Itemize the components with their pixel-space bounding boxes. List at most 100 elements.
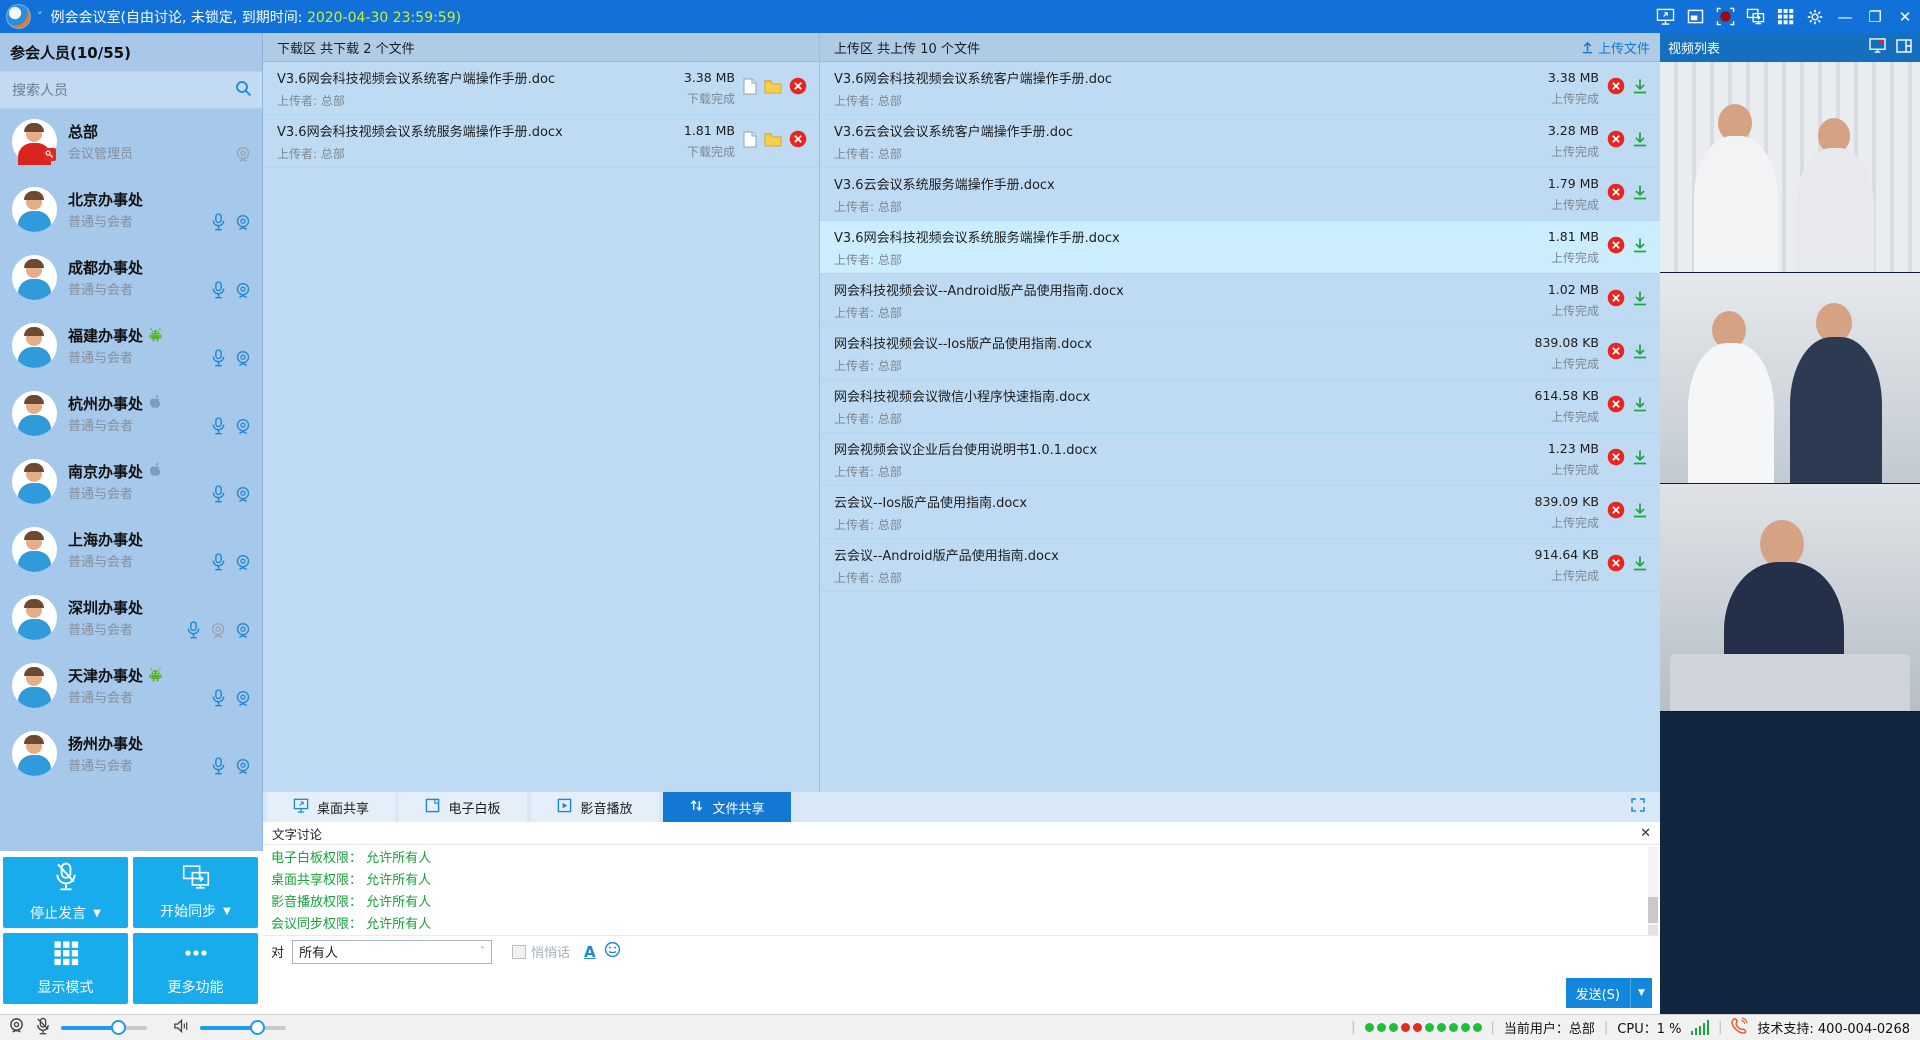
camera-icon[interactable] <box>235 146 251 167</box>
download-icon[interactable] <box>1632 237 1648 257</box>
mic-icon[interactable] <box>211 757 226 779</box>
camera-toggle-icon[interactable] <box>1869 38 1886 57</box>
settings-gear-icon[interactable] <box>1800 0 1830 33</box>
participant-row[interactable]: 上海办事处普通与会者 <box>0 517 263 585</box>
mic-icon[interactable] <box>211 689 226 711</box>
tab-影音播放[interactable]: 影音播放 <box>531 792 659 822</box>
tab-电子白板[interactable]: 电子白板 <box>399 792 527 822</box>
download-icon[interactable] <box>1632 449 1648 469</box>
participant-row[interactable]: 杭州办事处普通与会者 <box>0 381 263 449</box>
camera-icon[interactable] <box>235 214 251 235</box>
maximize-icon[interactable]: ❐ <box>1860 0 1890 33</box>
tab-桌面共享[interactable]: 桌面共享 <box>267 792 395 822</box>
participant-row[interactable]: 北京办事处普通与会者 <box>0 177 263 245</box>
upload-file-row[interactable]: V3.6云会议系统服务端操作手册.docx上传者: 总部 1.79 MB上传完成 <box>820 168 1660 221</box>
participant-row[interactable]: 天津办事处普通与会者 <box>0 653 263 721</box>
expand-fullscreen-icon[interactable] <box>1630 797 1646 817</box>
delete-icon[interactable] <box>1607 342 1625 364</box>
mic-icon[interactable] <box>211 417 226 439</box>
speaker-icon[interactable] <box>173 1018 190 1038</box>
window-mode-icon[interactable] <box>1680 0 1710 33</box>
video-thumbnail[interactable] <box>1660 484 1920 712</box>
open-folder-icon[interactable] <box>764 132 782 151</box>
video-layout-icon[interactable] <box>1896 39 1912 57</box>
display-mode-button[interactable]: 显示模式 <box>3 933 128 1004</box>
speaker-volume-slider[interactable] <box>200 1026 286 1030</box>
camera-icon[interactable] <box>235 690 251 711</box>
delete-icon[interactable] <box>1607 236 1625 258</box>
record-icon[interactable] <box>1710 0 1740 33</box>
start-sync-button[interactable]: 开始同步▼ <box>133 857 258 928</box>
delete-icon[interactable] <box>1607 289 1625 311</box>
mic-volume-slider[interactable] <box>61 1026 147 1030</box>
upload-file-button[interactable]: 上传文件 <box>1581 38 1650 57</box>
camera-icon[interactable] <box>235 554 251 575</box>
download-icon[interactable] <box>1632 290 1648 310</box>
camera-icon[interactable] <box>235 758 251 779</box>
stop-speaking-button[interactable]: 停止发言▼ <box>3 857 128 928</box>
download-icon[interactable] <box>1632 78 1648 98</box>
mic-icon[interactable] <box>211 485 226 507</box>
whisper-checkbox[interactable]: 悄悄话 <box>512 942 570 961</box>
mic-icon[interactable] <box>211 349 226 371</box>
font-style-icon[interactable]: A <box>584 943 596 961</box>
mic-icon[interactable] <box>211 281 226 303</box>
camera-icon[interactable] <box>235 282 251 303</box>
camera-icon[interactable] <box>235 418 251 439</box>
video-thumbnail[interactable] <box>1660 273 1920 484</box>
delete-icon[interactable] <box>1607 395 1625 417</box>
chat-close-icon[interactable]: ✕ <box>1640 826 1651 841</box>
participant-row[interactable]: 深圳办事处普通与会者 <box>0 585 263 653</box>
delete-icon[interactable] <box>789 130 807 152</box>
upload-file-row[interactable]: 网会科技视频会议--Android版产品使用指南.docx上传者: 总部 1.0… <box>820 274 1660 327</box>
delete-icon[interactable] <box>1607 448 1625 470</box>
open-folder-icon[interactable] <box>764 79 782 98</box>
download-icon[interactable] <box>1632 555 1648 575</box>
download-icon[interactable] <box>1632 184 1648 204</box>
mic-icon[interactable] <box>211 213 226 235</box>
delete-icon[interactable] <box>1607 183 1625 205</box>
close-icon[interactable]: ✕ <box>1890 0 1920 33</box>
download-icon[interactable] <box>1632 343 1648 363</box>
camera-icon[interactable] <box>235 486 251 507</box>
delete-icon[interactable] <box>789 77 807 99</box>
search-icon[interactable] <box>235 80 252 101</box>
sync-screens-icon[interactable] <box>1740 0 1770 33</box>
recipient-select[interactable]: 所有人˅ <box>292 940 492 964</box>
upload-file-row[interactable]: V3.6云会议会议系统客户端操作手册.doc上传者: 总部 3.28 MB上传完… <box>820 115 1660 168</box>
title-chevron-down-icon[interactable]: ˅ <box>37 10 43 23</box>
download-icon[interactable] <box>1632 502 1648 522</box>
video-thumbnail[interactable] <box>1660 62 1920 273</box>
open-file-icon[interactable] <box>743 131 757 152</box>
open-file-icon[interactable] <box>743 78 757 99</box>
delete-icon[interactable] <box>1607 77 1625 99</box>
participant-row[interactable]: 南京办事处普通与会者 <box>0 449 263 517</box>
send-button[interactable]: 发送(S) <box>1566 978 1630 1008</box>
participant-row[interactable]: 福建办事处普通与会者 <box>0 313 263 381</box>
emoji-icon[interactable] <box>604 941 621 962</box>
upload-file-row[interactable]: 网会视频会议企业后台使用说明书1.0.1.docx上传者: 总部 1.23 MB… <box>820 433 1660 486</box>
download-icon[interactable] <box>1632 396 1648 416</box>
webcam-status-icon[interactable] <box>8 1017 25 1038</box>
mic-muted-status-icon[interactable] <box>35 1017 51 1039</box>
upload-file-row[interactable]: 网会科技视频会议微信小程序快速指南.docx上传者: 总部 614.58 KB上… <box>820 380 1660 433</box>
download-file-row[interactable]: V3.6网会科技视频会议系统客户端操作手册.doc上传者: 总部 3.38 MB… <box>263 62 819 115</box>
camera-icon[interactable] <box>235 350 251 371</box>
mic-icon[interactable] <box>211 553 226 575</box>
chat-scrollbar[interactable] <box>1648 847 1658 935</box>
participant-search-input[interactable]: 搜索人员 <box>0 72 262 109</box>
upload-file-row[interactable]: 云会议--Ios版产品使用指南.docx上传者: 总部 839.09 KB上传完… <box>820 486 1660 539</box>
dropdown-caret-icon[interactable]: ▼ <box>93 908 101 919</box>
mic-icon[interactable] <box>186 621 201 643</box>
minimize-icon[interactable]: — <box>1830 0 1860 33</box>
delete-icon[interactable] <box>1607 501 1625 523</box>
send-options-caret[interactable]: ▼ <box>1630 978 1652 1008</box>
upload-file-row[interactable]: V3.6网会科技视频会议系统服务端操作手册.docx上传者: 总部 1.81 M… <box>820 221 1660 274</box>
layout-grid-icon[interactable] <box>1770 0 1800 33</box>
more-functions-button[interactable]: 更多功能 <box>133 933 258 1004</box>
download-file-row[interactable]: V3.6网会科技视频会议系统服务端操作手册.docx上传者: 总部 1.81 M… <box>263 115 819 168</box>
screen-share-icon[interactable] <box>1650 0 1680 33</box>
participant-row[interactable]: 总部会议管理员 <box>0 109 263 177</box>
participant-row[interactable]: 扬州办事处普通与会者 <box>0 721 263 789</box>
camera-icon[interactable] <box>235 622 251 643</box>
